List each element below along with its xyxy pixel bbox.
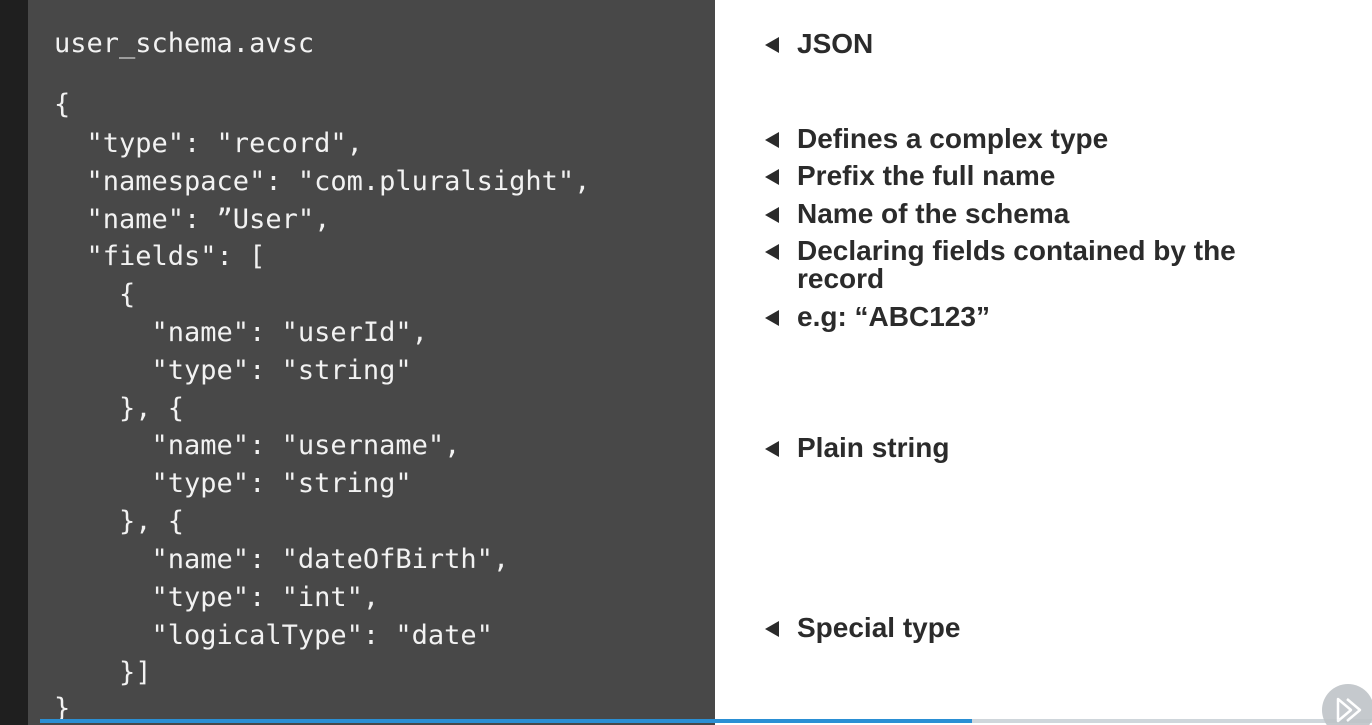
- code-line: }, {: [54, 393, 185, 424]
- annotation-text: Prefix the full name: [797, 160, 1056, 191]
- annotation-item: e.g: “ABC123”: [765, 303, 990, 331]
- code-line: "name": "userId",: [54, 317, 428, 348]
- left-arrow-icon: [765, 244, 779, 260]
- annotation-item: Defines a complex type: [765, 125, 1108, 153]
- annotation-item: Plain string: [765, 434, 949, 462]
- annotation-text: Name of the schema: [797, 198, 1070, 229]
- code-line: "type": "string": [54, 355, 412, 386]
- annotation-text: JSON: [797, 28, 874, 59]
- annotation-text: Special type: [797, 612, 961, 643]
- left-arrow-icon: [765, 441, 779, 457]
- code-line: {: [54, 89, 71, 120]
- annotation-item: Special type: [765, 614, 960, 642]
- video-progress-bar[interactable]: [40, 719, 1372, 723]
- left-arrow-icon: [765, 310, 779, 326]
- annotation-column: JSON Defines a complex type Prefix the f…: [765, 0, 1365, 725]
- annotation-item: Name of the schema: [765, 200, 1069, 228]
- code-line: "name": "dateOfBirth",: [54, 544, 510, 575]
- left-arrow-icon: [765, 132, 779, 148]
- annotation-text: Declaring fields contained by the record: [797, 235, 1236, 294]
- annotation-text: e.g: “ABC123”: [797, 301, 990, 332]
- video-progress-fill: [40, 719, 973, 723]
- left-edge-bar: [0, 0, 28, 725]
- annotation-item: JSON: [765, 30, 873, 58]
- annotation-item: Declaring fields contained by the record: [765, 237, 1277, 293]
- annotation-item: Prefix the full name: [765, 162, 1055, 190]
- code-line: "type": "record",: [54, 128, 363, 159]
- left-arrow-icon: [765, 169, 779, 185]
- play-forward-icon: [1336, 697, 1362, 723]
- code-line: "namespace": "com.pluralsight",: [54, 166, 591, 197]
- code-line: "name": ”User",: [54, 204, 331, 235]
- left-arrow-icon: [765, 37, 779, 53]
- code-line: "type": "int",: [54, 582, 380, 613]
- code-line: {: [54, 279, 136, 310]
- slide: user_schema.avsc { "type": "record", "na…: [0, 0, 1372, 725]
- code-line: "fields": [: [54, 241, 266, 272]
- code-line: }]: [54, 657, 152, 688]
- code-line: }, {: [54, 506, 185, 537]
- left-arrow-icon: [765, 621, 779, 637]
- code-line: "logicalType": "date": [54, 620, 493, 651]
- annotation-text: Defines a complex type: [797, 123, 1109, 154]
- play-forward-button[interactable]: [1322, 684, 1372, 725]
- code-line: "type": "string": [54, 468, 412, 499]
- left-arrow-icon: [765, 207, 779, 223]
- code-panel: user_schema.avsc { "type": "record", "na…: [28, 0, 715, 725]
- code-line: "name": "username",: [54, 430, 461, 461]
- annotation-text: Plain string: [797, 432, 950, 463]
- code-filename: user_schema.avsc: [54, 28, 315, 59]
